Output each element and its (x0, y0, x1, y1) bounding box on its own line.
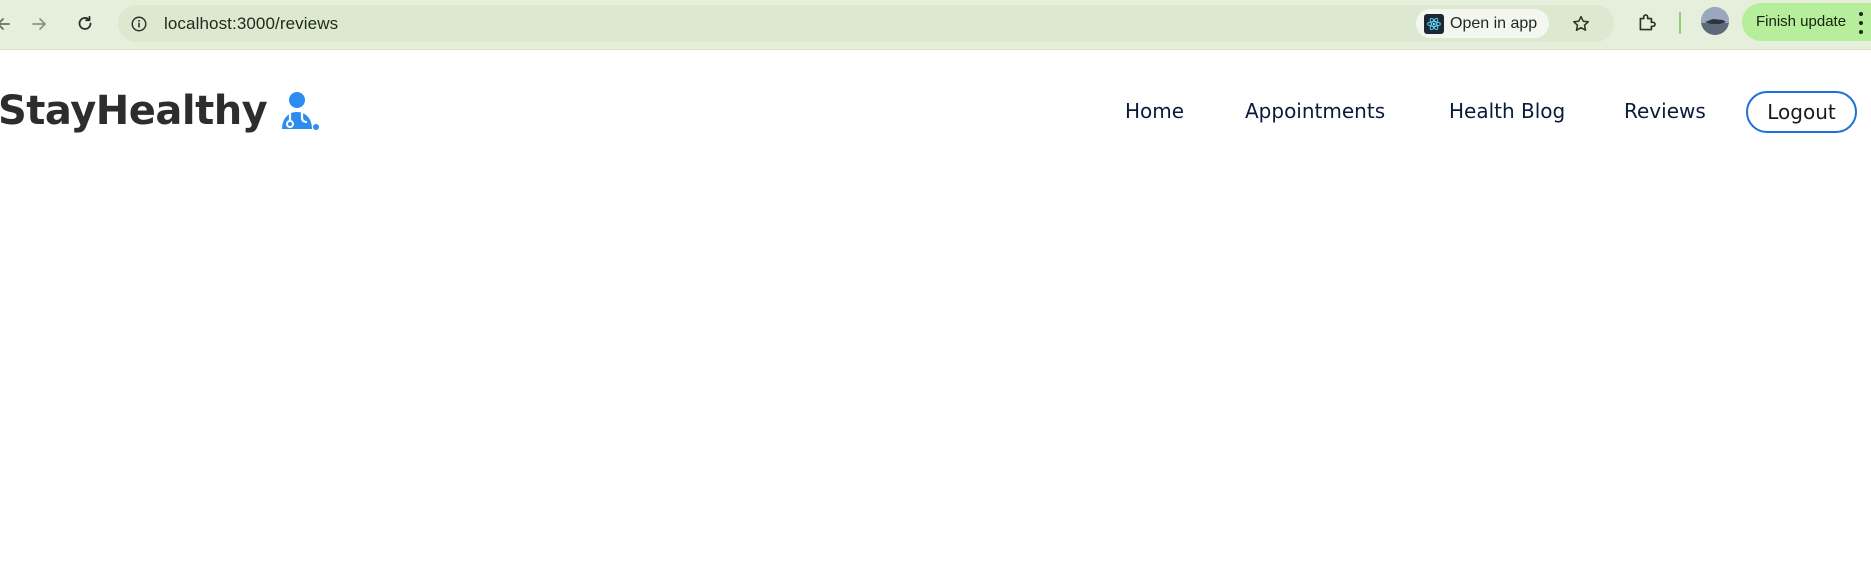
open-in-app-button[interactable]: Open in app (1416, 9, 1550, 38)
nav-reviews-link[interactable]: Reviews (1624, 89, 1706, 133)
finish-update-button[interactable]: Finish update (1742, 3, 1871, 41)
forward-icon (32, 18, 46, 30)
page-content (0, 171, 1871, 583)
react-app-icon (1424, 13, 1444, 34)
finish-update-label: Finish update (1756, 13, 1847, 30)
back-button[interactable] (0, 9, 20, 39)
main-nav: Home Appointments Health Blog Reviews (0, 89, 1871, 139)
toolbar-divider (1679, 12, 1681, 34)
address-bar[interactable]: localhost:3000/reviews Open in app (118, 5, 1614, 42)
nav-health-blog-link[interactable]: Health Blog (1449, 89, 1565, 133)
reload-icon (78, 15, 92, 30)
extensions-icon[interactable] (1633, 9, 1661, 37)
forward-button[interactable] (24, 9, 54, 39)
browser-toolbar: localhost:3000/reviews Open in app Finis… (0, 0, 1871, 50)
url-text[interactable]: localhost:3000/reviews (164, 5, 338, 42)
back-icon (0, 18, 10, 30)
reload-button[interactable] (70, 9, 100, 39)
site-header: StayHealthy Home Appointments Health Blo… (0, 51, 1871, 171)
nav-appointments-link[interactable]: Appointments (1245, 89, 1385, 133)
open-in-app-label: Open in app (1450, 14, 1538, 32)
site-info-icon[interactable] (128, 13, 150, 35)
more-menu-icon[interactable] (1857, 12, 1865, 34)
nav-home-link[interactable]: Home (1125, 89, 1184, 133)
profile-avatar[interactable] (1701, 7, 1729, 35)
logout-button[interactable]: Logout (1746, 91, 1857, 133)
bookmark-star-icon[interactable] (1568, 11, 1594, 37)
